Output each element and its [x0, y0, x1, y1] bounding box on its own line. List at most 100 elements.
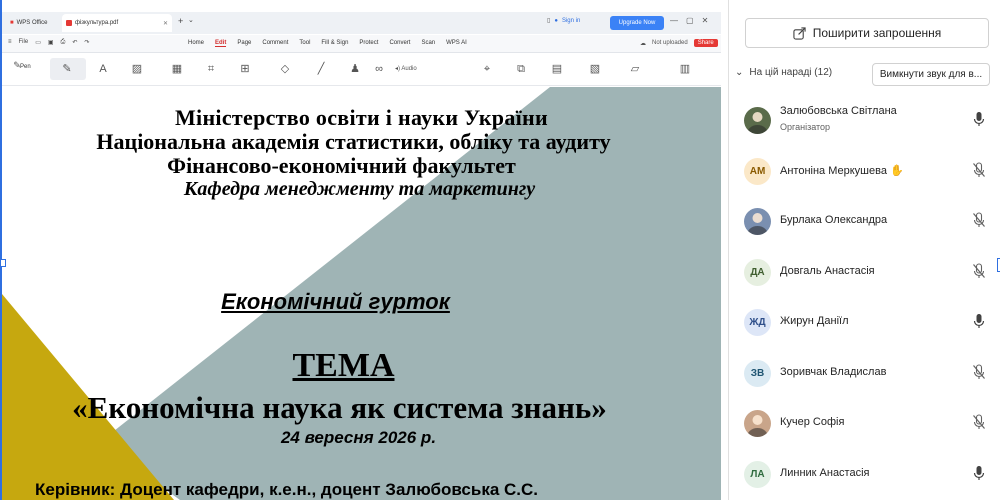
pdf-page: Міністерство освіти і науки України Наці…: [2, 87, 721, 500]
tab-document[interactable]: фізкультура.pdf ✕: [62, 14, 172, 32]
watermark-icon[interactable]: ▧: [588, 62, 602, 76]
audio-label: Audio: [401, 66, 417, 72]
participants-panel: Поширити запрошення ⌄ На цій нараді (12)…: [729, 0, 1000, 500]
menu-item-4[interactable]: Tool: [299, 40, 310, 47]
department-heading: Кафедра менеджменту та маркетингу: [183, 178, 536, 200]
microphone-muted-icon[interactable]: [972, 414, 986, 430]
avatar[interactable]: ЖД: [744, 309, 771, 336]
microphone-icon[interactable]: [972, 111, 986, 127]
microphone-muted-icon[interactable]: [972, 363, 986, 380]
participant-row[interactable]: Кучер Софія: [729, 400, 1000, 446]
print-icon[interactable]: ⎙: [61, 39, 66, 46]
mute-all-button[interactable]: Вимкнути звук для в...: [872, 63, 990, 86]
circle-heading: Економічний гурток: [221, 289, 450, 314]
avatar[interactable]: [744, 410, 771, 437]
close-window-icon[interactable]: ✕: [702, 16, 709, 25]
menu-items: Home Edit Page Comment Tool Fill & Sign Protec…: [188, 40, 467, 47]
calculator-icon[interactable]: ▦: [170, 62, 184, 76]
image-tool-icon[interactable]: ▨: [130, 62, 144, 76]
audio-icon: ◂): [395, 66, 401, 72]
participant-name: Кучер Софія: [780, 416, 844, 428]
share-invite-button[interactable]: Поширити запрошення: [745, 18, 989, 48]
undo-icon[interactable]: ↶: [72, 39, 77, 46]
menu-item-5[interactable]: Fill & Sign: [321, 40, 348, 47]
line-tool-icon[interactable]: ╱: [314, 62, 328, 76]
academy-heading: Національна академія статистики, обліку …: [96, 129, 611, 154]
highlighter-icon[interactable]: ✎: [60, 62, 74, 76]
menu-item-1[interactable]: Edit: [215, 40, 227, 47]
new-tab-icon[interactable]: +: [178, 16, 183, 26]
microphone-muted-icon[interactable]: [972, 212, 986, 228]
sign-in-link[interactable]: Sign in: [562, 18, 580, 24]
microphone-icon[interactable]: [972, 465, 986, 481]
share-icon: [793, 26, 806, 40]
stamp-icon[interactable]: ♟: [348, 62, 362, 76]
avatar[interactable]: АМ: [744, 157, 771, 185]
participant-name: Зоривчак Владислав: [780, 366, 886, 378]
participant-row[interactable]: ЗВ Зоривчак Владислав: [729, 350, 1000, 396]
menu-icon[interactable]: ≡: [8, 39, 12, 46]
in-meeting-label: На цій нараді (12): [749, 67, 833, 78]
save-icon[interactable]: ▣: [48, 39, 54, 46]
quick-access: ≡ File ▭ ▣ ⎙ ↶ ↷: [8, 39, 89, 46]
participant-row[interactable]: ЛА Линник Анастасія: [729, 451, 1000, 497]
scan-text-icon[interactable]: ⌗: [204, 62, 218, 76]
tab-wps-office[interactable]: ■ WPS Office: [6, 14, 58, 32]
participant-row[interactable]: Залюбовська Світлана Організатор: [729, 97, 1000, 143]
menu-item-7[interactable]: Convert: [389, 40, 410, 47]
resize-handle[interactable]: [0, 259, 6, 267]
chevron-down-icon[interactable]: ⌄: [188, 16, 194, 24]
ocr-icon[interactable]: ⧉: [514, 62, 528, 76]
audio-tool[interactable]: ◂) Audio: [395, 65, 417, 72]
microphone-icon[interactable]: [972, 313, 986, 329]
file-menu[interactable]: File: [19, 39, 29, 46]
share-button[interactable]: Share: [693, 39, 718, 47]
avatar[interactable]: ЛА: [744, 460, 771, 488]
participant-row[interactable]: ЖД Жирун Даніїл: [729, 299, 1000, 345]
menu-item-8[interactable]: Scan: [421, 40, 435, 47]
microphone-muted-icon[interactable]: [972, 161, 986, 178]
participant-name-text: Бурлака Олександра: [780, 214, 888, 226]
settings-icon[interactable]: ▥: [678, 62, 692, 76]
text-tool-icon[interactable]: A: [96, 62, 110, 76]
compare-icon[interactable]: ▤: [550, 62, 564, 76]
cloud-icon: ☁: [640, 40, 646, 47]
folder-icon[interactable]: ▭: [35, 39, 41, 46]
crop-icon[interactable]: ⊞: [238, 62, 252, 76]
participant-name: Линник Анастасія: [780, 467, 870, 479]
topic-label: ТЕМА: [292, 347, 395, 384]
menu-item-6[interactable]: Protect: [359, 40, 378, 47]
sign-in-area[interactable]: ▯ ● Sign in: [547, 17, 580, 25]
redo-icon[interactable]: ↷: [84, 39, 89, 46]
participant-row[interactable]: АМ Антоніна Меркушева ✋: [729, 148, 1000, 194]
maximize-icon[interactable]: ▢: [686, 16, 694, 25]
avatar[interactable]: [744, 107, 771, 134]
participant-name: Антоніна Меркушева ✋: [780, 164, 904, 177]
upgrade-button[interactable]: Upgrade Now: [610, 16, 664, 30]
export-icon[interactable]: ▱: [628, 62, 642, 76]
menu-right: ☁ Not uploaded Share: [640, 39, 718, 47]
tab-wps-label: WPS Office: [16, 20, 48, 26]
participant-name: Бурлака Олександра: [780, 214, 887, 226]
participant-name: Жирун Даніїл: [780, 315, 849, 327]
avatar[interactable]: [744, 208, 771, 235]
avatar[interactable]: ЗВ: [744, 359, 771, 387]
close-tab-icon[interactable]: ✕: [163, 20, 168, 27]
window-controls: — ▢ ✕: [670, 16, 708, 25]
in-meeting-section[interactable]: ⌄ На цій нараді (12): [735, 67, 832, 78]
participant-name-text: Линник Анастасія: [780, 466, 870, 479]
menu-item-9[interactable]: WPS AI: [446, 40, 467, 47]
minimize-icon[interactable]: —: [670, 16, 678, 25]
link-icon[interactable]: ∞: [372, 62, 386, 76]
eraser-icon[interactable]: ◇: [278, 62, 292, 76]
avatar[interactable]: ДА: [744, 258, 771, 286]
participant-row[interactable]: ДА Довгаль Анастасія: [729, 249, 1000, 295]
menu-item-3[interactable]: Comment: [262, 40, 288, 47]
menu-item-0[interactable]: Home: [188, 40, 204, 47]
frame-icon[interactable]: ⌖: [480, 62, 494, 76]
upload-status: Not uploaded: [652, 40, 688, 46]
participant-row[interactable]: Бурлака Олександра: [729, 198, 1000, 244]
participant-name-text: Жирун Даніїл: [780, 315, 849, 327]
microphone-muted-icon[interactable]: [972, 262, 986, 279]
menu-item-2[interactable]: Page: [237, 40, 251, 47]
